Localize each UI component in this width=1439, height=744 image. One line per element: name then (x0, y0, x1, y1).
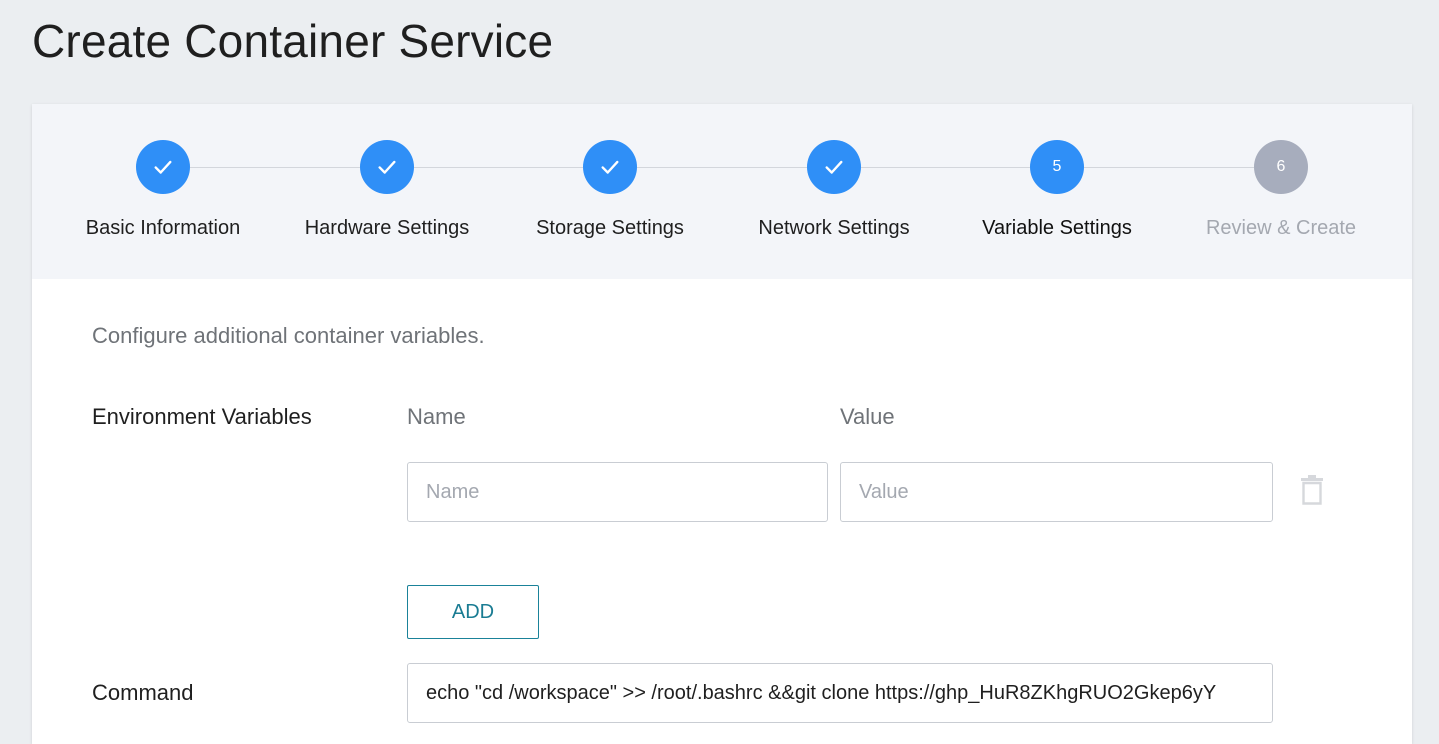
page-title: Create Container Service (32, 15, 554, 67)
command-input[interactable]: echo "cd /workspace" >> /root/.bashrc &&… (407, 663, 1273, 723)
form-description: Configure additional container variables… (92, 323, 485, 348)
add-variable-button[interactable]: ADD (407, 585, 539, 639)
check-icon (601, 160, 619, 174)
step-storage-settings[interactable]: Storage Settings (498, 140, 722, 240)
step-variable-settings[interactable]: 5 Variable Settings (945, 140, 1169, 240)
step-label: Hardware Settings (304, 217, 470, 239)
stepper: Basic Information Hardware Settings Stor… (32, 104, 1412, 279)
step-circle: 6 (1254, 140, 1308, 194)
step-circle (360, 140, 414, 194)
step-label: Network Settings (758, 217, 910, 239)
name-column-header: Name (407, 404, 466, 429)
command-value: echo "cd /workspace" >> /root/.bashrc &&… (426, 681, 1217, 704)
delete-variable-button[interactable] (1298, 474, 1326, 506)
command-label: Command (92, 680, 194, 705)
step-hardware-settings[interactable]: Hardware Settings (275, 140, 499, 240)
step-label: Variable Settings (982, 217, 1132, 239)
step-network-settings[interactable]: Network Settings (722, 140, 946, 240)
check-icon (378, 160, 396, 174)
step-basic-information[interactable]: Basic Information (51, 140, 275, 240)
trash-icon (1301, 475, 1323, 505)
step-label: Basic Information (85, 217, 241, 239)
step-circle (807, 140, 861, 194)
check-icon (154, 160, 172, 174)
env-variables-label: Environment Variables (92, 404, 312, 429)
step-label: Review & Create (1205, 217, 1357, 239)
step-circle (583, 140, 637, 194)
check-icon (825, 160, 843, 174)
step-circle: 5 (1030, 140, 1084, 194)
step-review-create: 6 Review & Create (1169, 140, 1393, 240)
step-label: Storage Settings (536, 217, 684, 239)
value-column-header: Value (840, 404, 895, 429)
form-card: Basic Information Hardware Settings Stor… (32, 104, 1412, 744)
env-value-input[interactable] (840, 462, 1273, 522)
step-circle (136, 140, 190, 194)
env-name-input[interactable] (407, 462, 828, 522)
